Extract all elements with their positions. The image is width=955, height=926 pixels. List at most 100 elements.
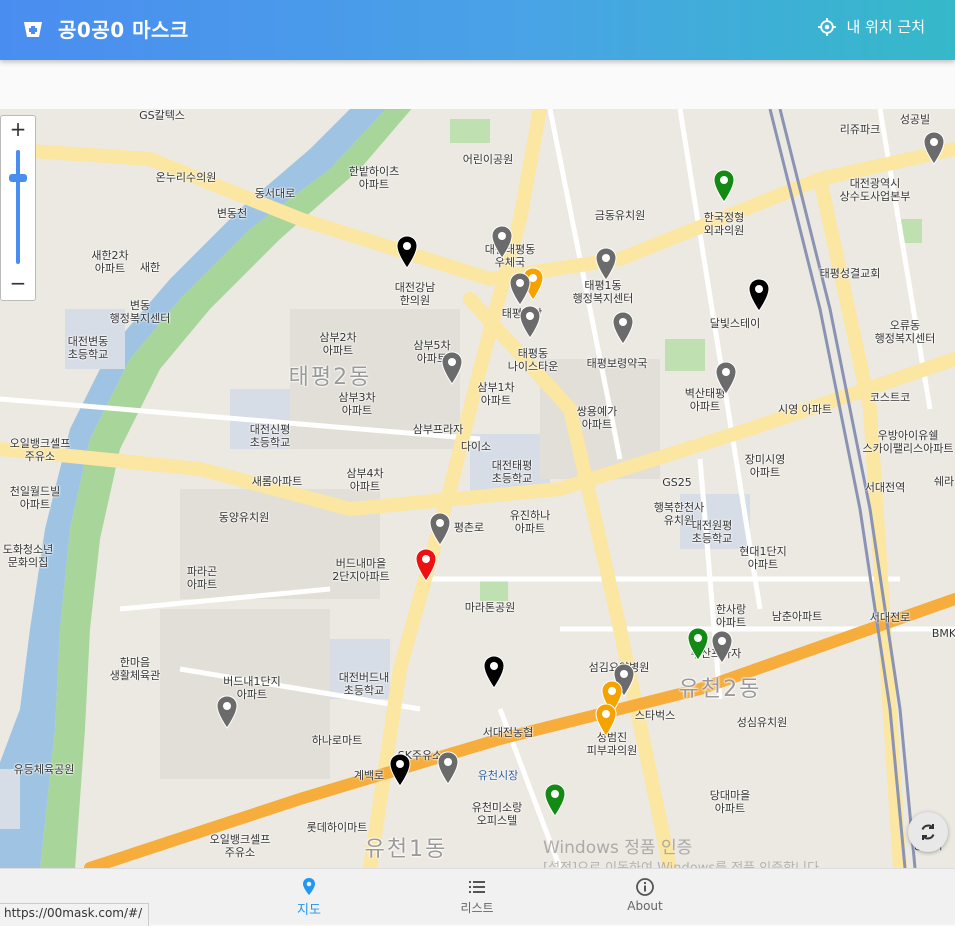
nav-list[interactable]: 리스트 <box>417 877 537 916</box>
map-label: 천일월드빌 아파트 <box>9 485 61 511</box>
refresh-button[interactable] <box>908 812 948 852</box>
map-view[interactable]: GS칼텍스 온누리수의원 동서대로 변동천 새한2차 아파트 새한 변동 행정복지센터 대전변동 초… <box>0 109 955 868</box>
map-label: 마라톤공원 <box>464 601 516 614</box>
map-marker-icon <box>483 655 505 689</box>
mask-logo-icon <box>24 22 42 37</box>
map-label: 평촌로 <box>453 521 485 534</box>
map-label: 동양유치원 <box>218 511 270 524</box>
nav-map[interactable]: 지도 <box>249 877 369 918</box>
map-marker-icon <box>389 753 411 787</box>
nav-about[interactable]: About <box>585 877 705 913</box>
map-marker-icon <box>595 247 617 281</box>
pharmacy-marker-gray[interactable] <box>491 225 513 259</box>
map-marker-icon <box>437 751 459 785</box>
map-label: 다이소 <box>460 440 492 453</box>
map-marker-icon <box>713 169 735 203</box>
map-label: 어린이공원 <box>462 153 514 166</box>
map-label: 쉐라 <box>933 475 955 488</box>
map-label: 유천1동 <box>364 837 448 862</box>
info-icon <box>636 878 654 896</box>
map-label: 유진하나 아파트 <box>509 509 551 535</box>
pharmacy-marker-gray[interactable] <box>437 751 459 785</box>
map-label: 대전태평 초등학교 <box>491 459 533 485</box>
map-label: 대전원평 초등학교 <box>691 519 733 545</box>
map-label: 한사랑 아파트 <box>715 603 747 629</box>
map-marker-icon <box>711 630 733 664</box>
map-marker-icon <box>415 548 437 582</box>
refresh-icon <box>921 824 935 840</box>
zoom-slider-track[interactable] <box>16 150 20 264</box>
pharmacy-marker-gray[interactable] <box>711 630 733 664</box>
map-label: 하나로마트 <box>311 734 363 747</box>
pharmacy-marker-gray[interactable] <box>216 695 238 729</box>
map-label: 스타벅스 <box>634 709 676 722</box>
map-label: 새롬아파트 <box>251 475 303 488</box>
map-label: 유천시장 <box>477 769 519 782</box>
map-marker-icon <box>429 512 451 546</box>
pharmacy-marker-gray[interactable] <box>923 131 945 165</box>
zoom-out-button[interactable]: − <box>1 270 35 296</box>
app-bar: 공0공0 마스크 내 위치 근처 <box>0 0 955 60</box>
map-label: 변동 행정복지센터 <box>109 299 171 325</box>
map-label: 삼부3차 아파트 <box>338 391 376 417</box>
pharmacy-marker-gray[interactable] <box>612 311 634 345</box>
map-label: 계백로 <box>353 769 385 782</box>
map-label: 시영 아파트 <box>777 403 833 416</box>
map-label: 성공빌 <box>899 113 931 126</box>
map-marker-icon <box>595 703 617 737</box>
map-label: 대전광역시 상수도사업본부 <box>839 177 911 203</box>
pharmacy-marker-gray[interactable] <box>595 247 617 281</box>
map-label: 성심유치원 <box>736 716 788 729</box>
app-title: 공0공0 마스크 <box>58 18 189 42</box>
zoom-slider-handle[interactable] <box>9 174 27 182</box>
map-marker-icon <box>216 695 238 729</box>
map-marker-icon <box>509 272 531 306</box>
map-label: 버드내마을 2단지아파트 <box>332 557 390 583</box>
map-label: 한마음 생활체육관 <box>109 656 161 682</box>
map-label: 달빛스테이 <box>709 317 761 330</box>
pharmacy-marker-gray[interactable] <box>509 272 531 306</box>
map-marker-icon <box>441 351 463 385</box>
map-marker-icon <box>923 131 945 165</box>
near-me-button[interactable]: 내 위치 근처 <box>818 16 925 37</box>
map-pin-icon <box>303 878 315 895</box>
map-label: 한국정형 외과의원 <box>703 211 745 237</box>
map-label: GS25 <box>662 476 692 489</box>
map-label: 롯데하이마트 <box>306 821 368 834</box>
pharmacy-marker-gray[interactable] <box>715 361 737 395</box>
map-label: 새한2차 아파트 <box>91 249 129 275</box>
map-label: 파라곤 아파트 <box>186 565 218 591</box>
map-label: 동서대로 <box>254 187 296 200</box>
zoom-in-button[interactable]: + <box>1 116 35 142</box>
pharmacy-marker-gray[interactable] <box>429 512 451 546</box>
map-label: 현대1단지 아파트 <box>739 545 787 571</box>
map-label: 오일뱅크셀프 주유소 <box>209 833 271 859</box>
map-label: 태평동 나이스타운 <box>507 347 559 373</box>
pharmacy-marker-green[interactable] <box>687 627 709 661</box>
pharmacy-marker-black[interactable] <box>396 235 418 269</box>
pharmacy-marker-gray[interactable] <box>519 305 541 339</box>
map-label: 대전버드내 초등학교 <box>338 671 390 697</box>
map-label: GS칼텍스 <box>139 109 185 122</box>
map-label: 대전신평 초등학교 <box>249 423 291 449</box>
map-label: 태평성결교회 <box>819 267 881 280</box>
map-label: BMK <box>931 627 955 640</box>
pharmacy-marker-orange[interactable] <box>595 703 617 737</box>
pharmacy-marker-black[interactable] <box>389 753 411 787</box>
map-label: 태평1동 행정복지센터 <box>572 279 634 305</box>
pharmacy-marker-black[interactable] <box>483 655 505 689</box>
map-marker-icon <box>519 305 541 339</box>
pharmacy-marker-red[interactable] <box>415 548 437 582</box>
nav-about-label: About <box>627 899 663 913</box>
pharmacy-marker-green[interactable] <box>544 783 566 817</box>
map-label: 도화청소년 문화의집 <box>2 543 54 569</box>
map-label: 쌍용예가 아파트 <box>576 405 618 431</box>
pharmacy-marker-black[interactable] <box>748 278 770 312</box>
pharmacy-marker-green[interactable] <box>713 169 735 203</box>
map-label: 서대전로 <box>869 611 911 624</box>
map-label: 삼부프라자 <box>412 423 464 436</box>
pharmacy-marker-gray[interactable] <box>441 351 463 385</box>
map-marker-icon <box>396 235 418 269</box>
map-marker-icon <box>687 627 709 661</box>
map-label: 삼부2차 아파트 <box>319 331 357 357</box>
